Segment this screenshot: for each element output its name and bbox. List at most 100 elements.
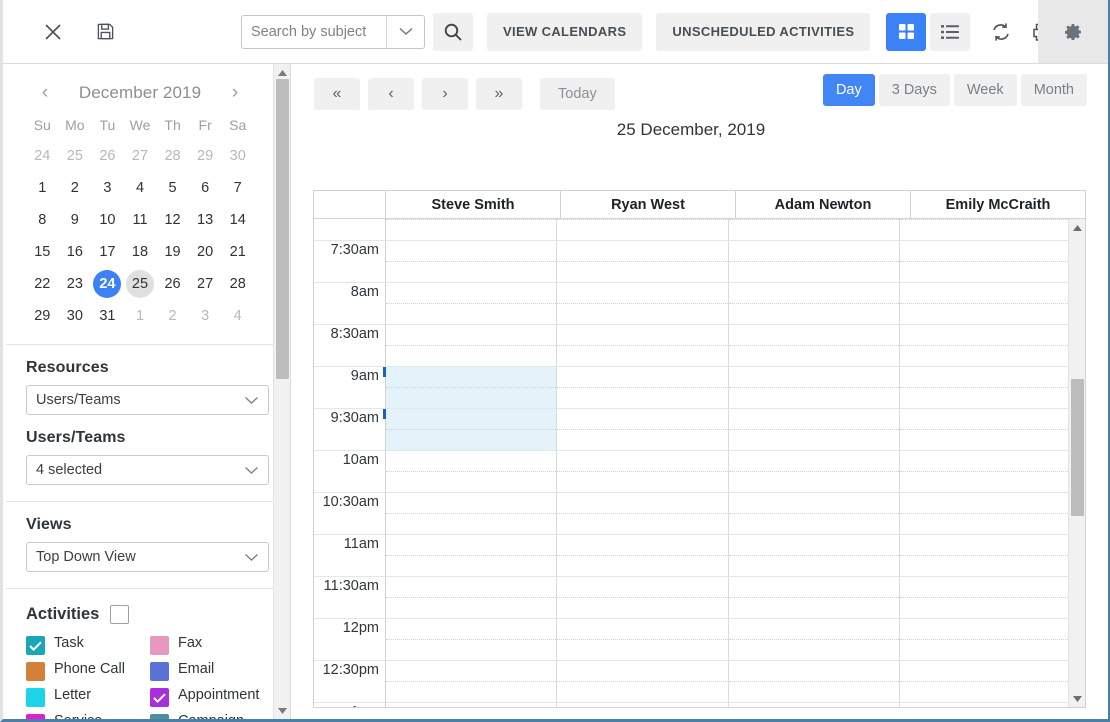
mini-calendar-next-month[interactable]: › xyxy=(222,80,248,106)
timeslot-cell[interactable] xyxy=(729,325,900,367)
mini-calendar-day-5-1[interactable]: 30 xyxy=(59,300,92,332)
mini-calendar-day-1-4[interactable]: 5 xyxy=(156,172,189,204)
activity-legend-item[interactable]: Campaign Activity xyxy=(150,713,290,719)
mini-calendar-day-5-5[interactable]: 3 xyxy=(189,300,222,332)
timeslot-cell[interactable] xyxy=(900,367,1070,409)
mini-calendar-day-4-5[interactable]: 27 xyxy=(189,268,222,300)
chevron-down-icon[interactable] xyxy=(386,16,424,48)
nav-next-button[interactable]: › xyxy=(422,78,468,110)
save-icon[interactable] xyxy=(85,12,125,52)
checkbox-icon[interactable] xyxy=(26,688,45,707)
grid-view-icon[interactable] xyxy=(886,13,926,51)
mini-calendar-day-3-6[interactable]: 21 xyxy=(221,236,254,268)
activity-legend-item[interactable]: Appointment xyxy=(150,687,290,707)
timeslot-cell[interactable] xyxy=(386,219,557,241)
mini-calendar-day-1-0[interactable]: 1 xyxy=(26,172,59,204)
timeslot-cell[interactable] xyxy=(386,451,557,493)
timeslot-cell[interactable] xyxy=(729,283,900,325)
timeslot-cell[interactable] xyxy=(386,409,557,451)
mini-calendar-day-0-2[interactable]: 26 xyxy=(91,140,124,172)
resource-header-2[interactable]: Adam Newton xyxy=(736,191,911,218)
resource-header-3[interactable]: Emily McCraith xyxy=(911,191,1085,218)
view-calendars-button[interactable]: VIEW CALENDARS xyxy=(487,13,642,51)
mini-calendar-day-5-4[interactable]: 2 xyxy=(156,300,189,332)
views-select[interactable]: Top Down View xyxy=(26,542,269,572)
mini-calendar-day-0-0[interactable]: 24 xyxy=(26,140,59,172)
timeslot-cell[interactable] xyxy=(729,409,900,451)
mini-calendar-day-2-5[interactable]: 13 xyxy=(189,204,222,236)
scroll-up-icon[interactable] xyxy=(1069,219,1086,236)
timeslot-cell[interactable] xyxy=(900,577,1070,619)
resource-header-1[interactable]: Ryan West xyxy=(561,191,736,218)
activity-legend-item[interactable]: Task xyxy=(26,635,150,655)
timeslot-cell[interactable] xyxy=(557,409,728,451)
timeslot-cell[interactable] xyxy=(900,325,1070,367)
timeslot-cell[interactable] xyxy=(900,219,1070,241)
mini-calendar-day-2-6[interactable]: 14 xyxy=(221,204,254,236)
mini-calendar-day-4-4[interactable]: 26 xyxy=(156,268,189,300)
mini-calendar-day-3-5[interactable]: 20 xyxy=(189,236,222,268)
timeslot-cell[interactable] xyxy=(729,619,900,661)
mini-calendar-day-2-2[interactable]: 10 xyxy=(91,204,124,236)
timeslot-cell[interactable] xyxy=(900,451,1070,493)
resource-header-0[interactable]: Steve Smith xyxy=(386,191,561,218)
mini-calendar-day-0-4[interactable]: 28 xyxy=(156,140,189,172)
mini-calendar-day-0-3[interactable]: 27 xyxy=(124,140,157,172)
unscheduled-activities-button[interactable]: UNSCHEDULED ACTIVITIES xyxy=(656,13,870,51)
timeslot-cell[interactable] xyxy=(900,409,1070,451)
timeslot-cell[interactable] xyxy=(386,493,557,535)
mini-calendar-day-3-2[interactable]: 17 xyxy=(91,236,124,268)
mini-calendar-day-2-0[interactable]: 8 xyxy=(26,204,59,236)
mini-calendar-day-2-1[interactable]: 9 xyxy=(59,204,92,236)
range-button-day[interactable]: Day xyxy=(823,74,875,106)
close-icon[interactable] xyxy=(33,12,73,52)
timeslot-cell[interactable] xyxy=(729,451,900,493)
timeslot-cell[interactable] xyxy=(557,703,728,707)
mini-calendar-prev-month[interactable]: ‹ xyxy=(32,80,58,106)
timeslot-cell[interactable] xyxy=(557,367,728,409)
resources-select[interactable]: Users/Teams xyxy=(26,385,269,415)
mini-calendar-day-5-3[interactable]: 1 xyxy=(124,300,157,332)
timeslot-cell[interactable] xyxy=(900,241,1070,283)
checkbox-checked-icon[interactable] xyxy=(26,636,45,655)
timeslot-cell[interactable] xyxy=(900,619,1070,661)
mini-calendar-day-4-2[interactable]: 24 xyxy=(91,268,124,300)
timeslot-cell[interactable] xyxy=(557,619,728,661)
mini-calendar-day-3-4[interactable]: 19 xyxy=(156,236,189,268)
timeslot-cell[interactable] xyxy=(386,325,557,367)
nav-last-button[interactable]: » xyxy=(476,78,522,110)
activity-legend-item[interactable]: Service Activity xyxy=(26,713,150,719)
mini-calendar-day-2-4[interactable]: 12 xyxy=(156,204,189,236)
range-button-3-days[interactable]: 3 Days xyxy=(879,74,950,106)
timeslot-cell[interactable] xyxy=(557,325,728,367)
timeslot-cell[interactable] xyxy=(557,241,728,283)
mini-calendar-day-1-1[interactable]: 2 xyxy=(59,172,92,204)
mini-calendar-day-3-0[interactable]: 15 xyxy=(26,236,59,268)
checkbox-icon[interactable] xyxy=(150,662,169,681)
today-button[interactable]: Today xyxy=(540,78,615,110)
settings-button[interactable] xyxy=(1038,0,1108,63)
timeslot-cell[interactable] xyxy=(900,283,1070,325)
range-button-month[interactable]: Month xyxy=(1021,74,1087,106)
mini-calendar-day-1-6[interactable]: 7 xyxy=(221,172,254,204)
timeslot-cell[interactable] xyxy=(386,661,557,703)
timeslot-cell[interactable] xyxy=(729,241,900,283)
timeslot-cell[interactable] xyxy=(386,283,557,325)
refresh-icon[interactable] xyxy=(984,15,1018,49)
timeslot-cell[interactable] xyxy=(900,535,1070,577)
timeslot-cell[interactable] xyxy=(386,535,557,577)
timeslot-cell[interactable] xyxy=(557,535,728,577)
mini-calendar-day-3-1[interactable]: 16 xyxy=(59,236,92,268)
mini-calendar-day-3-3[interactable]: 18 xyxy=(124,236,157,268)
timeslot-cell[interactable] xyxy=(729,493,900,535)
checkbox-icon[interactable] xyxy=(150,714,169,719)
mini-calendar-day-0-5[interactable]: 29 xyxy=(189,140,222,172)
timeslot-cell[interactable] xyxy=(729,219,900,241)
timeslot-cell[interactable] xyxy=(900,703,1070,707)
range-button-week[interactable]: Week xyxy=(954,74,1017,106)
mini-calendar-day-1-3[interactable]: 4 xyxy=(124,172,157,204)
timeslot-cell[interactable] xyxy=(386,241,557,283)
timeslot-cell[interactable] xyxy=(900,661,1070,703)
timeslot-cell[interactable] xyxy=(386,703,557,707)
mini-calendar-day-2-3[interactable]: 11 xyxy=(124,204,157,236)
